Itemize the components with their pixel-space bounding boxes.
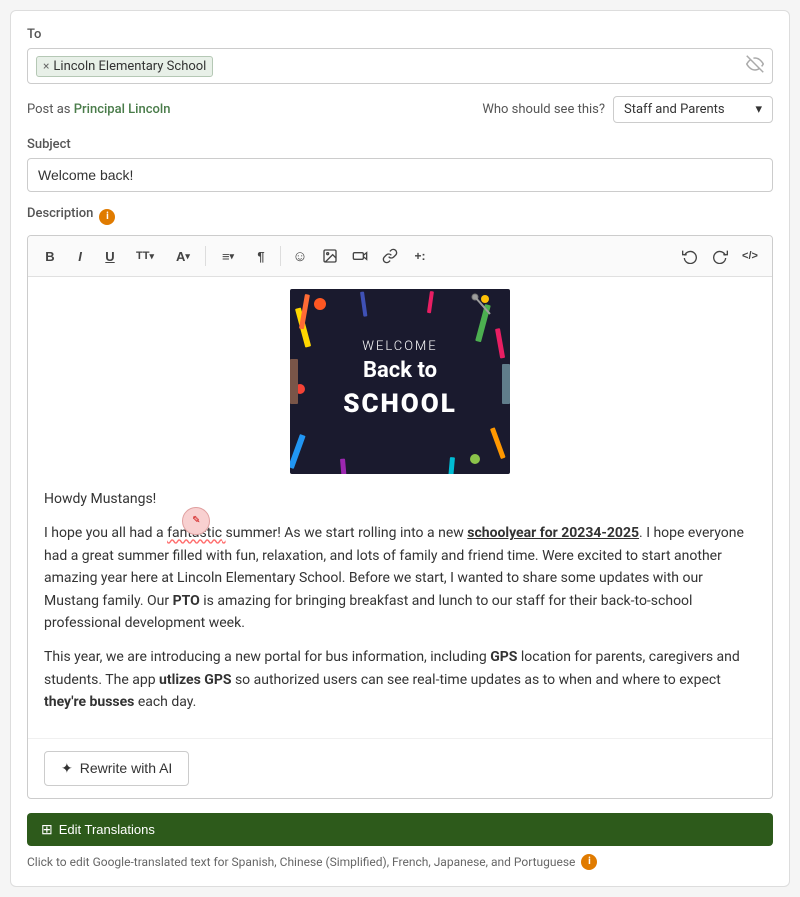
bold-button[interactable]: B (36, 242, 64, 270)
font-size-button[interactable]: TT ▾ (126, 242, 164, 270)
para2-end: so authorized users can see real-time up… (231, 672, 720, 688)
to-label: To (27, 27, 773, 42)
image-button[interactable] (316, 242, 344, 270)
tag-x[interactable]: × (43, 59, 49, 73)
emoji-button[interactable]: ☺ (286, 242, 314, 270)
image-wrapper: WELCOME Back to SCHOOL (44, 289, 756, 474)
translate-icon: ⊞ (41, 821, 53, 838)
paragraph-2: This year, we are introducing a new port… (44, 646, 756, 713)
school-image: WELCOME Back to SCHOOL (290, 289, 510, 474)
subject-label: Subject (27, 137, 773, 152)
principal-link[interactable]: Principal Lincoln (74, 102, 171, 117)
align-button[interactable]: ≡ ▾ (211, 242, 245, 270)
editor-toolbar: B I U TT ▾ A ▾ ≡ ▾ ¶ ☺ (28, 236, 772, 277)
rewrite-button[interactable]: ✦ Rewrite with AI (44, 751, 189, 786)
meta-row: Post as Principal Lincoln Who should see… (27, 96, 773, 123)
underline-bold-phrase: schoolyear for 20234-2025 (467, 525, 639, 541)
undo-button[interactable] (676, 242, 704, 270)
rewrite-btn-row: ✦ Rewrite with AI (28, 738, 772, 798)
description-section: Description i B I U TT ▾ A ▾ ≡ ▾ ¶ ☺ (27, 206, 773, 799)
utlizes-text: utlizes GPS (159, 672, 231, 688)
editor-content[interactable]: WELCOME Back to SCHOOL Howdy Mustangs! I… (28, 277, 772, 738)
translation-info-icon[interactable]: i (581, 854, 597, 870)
eye-off-icon (746, 55, 764, 77)
spell-check-popup[interactable]: ✎ (182, 507, 210, 535)
gps-text: GPS (490, 649, 517, 665)
tag-label: Lincoln Elementary School (53, 59, 206, 74)
description-label: Description (27, 206, 93, 221)
toolbar-divider-2 (280, 246, 281, 266)
description-label-row: Description i (27, 206, 773, 227)
para2-before: This year, we are introducing a new port… (44, 649, 490, 665)
who-sees-dropdown[interactable]: Staff and Parents ▾ (613, 96, 773, 123)
busses-text: they're busses (44, 694, 134, 710)
para2-final: each day. (134, 694, 196, 710)
dropdown-arrow-icon: ▾ (755, 102, 762, 117)
subject-section: Subject (27, 137, 773, 192)
pto-text: PTO (173, 593, 200, 609)
greeting-text: Howdy Mustangs! (44, 491, 156, 507)
greeting-paragraph: Howdy Mustangs! (44, 488, 756, 510)
main-container: To × Lincoln Elementary School Post as (10, 10, 790, 887)
bottom-bar: ⊞ Edit Translations Click to edit Google… (27, 813, 773, 870)
edit-translations-label: Edit Translations (59, 822, 155, 837)
paragraph-button[interactable]: ¶ (247, 242, 275, 270)
font-size-arrow-icon: ▾ (149, 251, 154, 262)
font-button[interactable]: A ▾ (166, 242, 200, 270)
italic-button[interactable]: I (66, 242, 94, 270)
highlighted-word[interactable]: fantastic ✎ (167, 525, 225, 541)
link-button[interactable] (376, 242, 404, 270)
align-arrow-icon: ▾ (230, 251, 235, 262)
recipient-tag[interactable]: × Lincoln Elementary School (36, 56, 213, 77)
to-input-left: × Lincoln Elementary School (36, 56, 213, 77)
plus-button[interactable]: +: (406, 242, 434, 270)
code-button[interactable]: </> (736, 242, 764, 270)
school-image-text: WELCOME Back to SCHOOL (343, 337, 457, 426)
subject-input[interactable] (27, 158, 773, 192)
para1-before: I hope you all had a (44, 525, 167, 541)
paragraph-1: I hope you all had a fantastic ✎ summer!… (44, 522, 756, 634)
font-arrow-icon: ▾ (185, 251, 190, 262)
description-info-icon[interactable]: i (99, 209, 115, 225)
translation-note-row: Click to edit Google-translated text for… (27, 854, 773, 870)
rewrite-label: Rewrite with AI (80, 760, 173, 776)
video-button[interactable] (346, 242, 374, 270)
who-sees-section: Who should see this? Staff and Parents ▾ (482, 96, 773, 123)
to-input-row[interactable]: × Lincoln Elementary School (27, 48, 773, 84)
edit-translations-button[interactable]: ⊞ Edit Translations (27, 813, 773, 846)
underline-button[interactable]: U (96, 242, 124, 270)
rewrite-icon: ✦ (61, 760, 73, 777)
toolbar-divider-1 (205, 246, 206, 266)
para1-after: summer! As we start rolling into a new (226, 525, 468, 541)
who-sees-label: Who should see this? (482, 102, 605, 117)
who-sees-value: Staff and Parents (624, 102, 725, 117)
post-as: Post as Principal Lincoln (27, 102, 170, 117)
redo-button[interactable] (706, 242, 734, 270)
translation-note-text: Click to edit Google-translated text for… (27, 855, 575, 869)
editor: B I U TT ▾ A ▾ ≡ ▾ ¶ ☺ (27, 235, 773, 799)
to-section: To × Lincoln Elementary School (27, 27, 773, 84)
